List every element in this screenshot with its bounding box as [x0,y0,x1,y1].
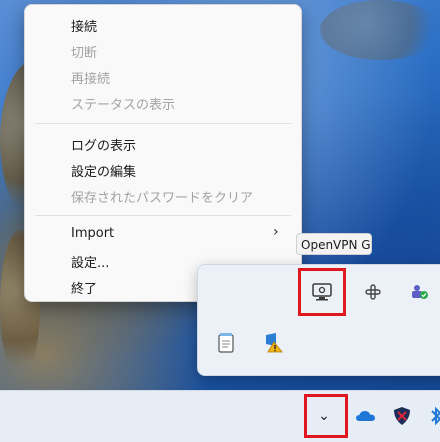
menu-item-disconnect: 切断 [71,46,98,61]
bluetooth-icon[interactable] [420,400,440,432]
slack-icon[interactable] [357,276,389,308]
teams-icon[interactable] [404,276,436,308]
menu-item-exit[interactable]: 終了 [71,278,97,297]
vpn-shield-icon[interactable] [386,400,418,432]
chevron-right-icon: › [273,224,279,240]
menu-item-edit-config[interactable]: 設定の編集 [71,161,136,180]
menu-item-show-log[interactable]: ログの表示 [71,135,136,154]
menu-item-show-status: ステータスの表示 [71,98,176,113]
menu-item-import[interactable]: Import [71,226,114,241]
menu-separator [35,215,291,216]
highlight-box [298,268,346,316]
desktop-screen: 接続 切断 再接続 ステータスの表示 ログの表示 設定の編集 保存されたパスワー… [0,0,440,442]
menu-item-clear-saved-passwords: 保存されたパスワードをクリア [71,191,254,206]
menu-item-reconnect: 再接続 [71,72,111,87]
menu-item-connect[interactable]: 接続 [71,16,97,35]
onedrive-icon[interactable] [350,400,382,432]
menu-separator [35,123,291,124]
highlight-box [304,394,348,438]
shield-warning-icon[interactable] [258,327,290,359]
notepad-icon[interactable] [210,327,242,359]
menu-item-settings[interactable]: 設定... [71,252,109,271]
tooltip: OpenVPN GUI [296,233,372,255]
openvpn-context-menu: 接続 切断 再接続 ステータスの表示 ログの表示 設定の編集 保存されたパスワー… [24,4,302,302]
